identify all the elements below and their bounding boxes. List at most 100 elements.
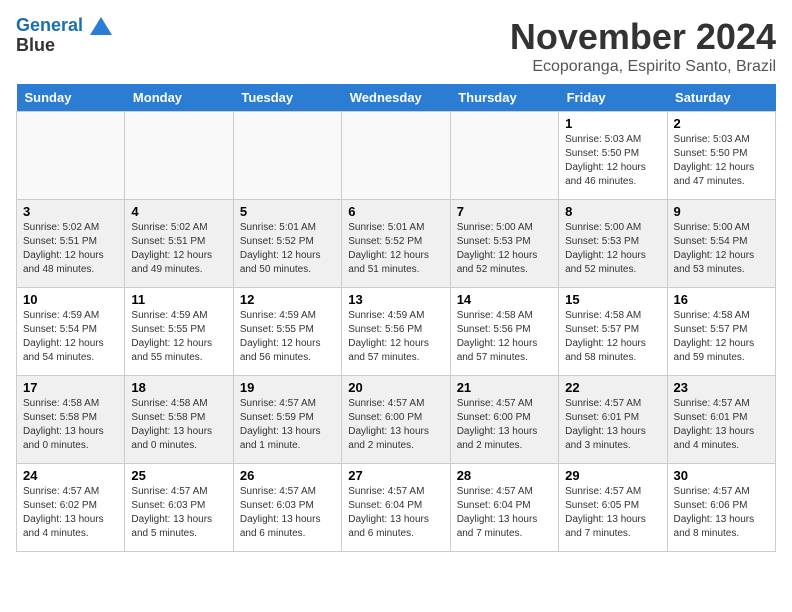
day-info: Sunrise: 4:59 AM Sunset: 5:56 PM Dayligh… [348,309,443,365]
day-number: 21 [457,380,552,395]
day-cell-14: 14Sunrise: 4:58 AM Sunset: 5:56 PM Dayli… [450,288,558,376]
day-info: Sunrise: 4:57 AM Sunset: 6:00 PM Dayligh… [457,397,552,453]
week-row-4: 17 Sunrise: 4:58 AM Sunset: 5:58 PM Dayli… [17,376,776,464]
day-cell-12: 12Sunrise: 4:59 AM Sunset: 5:55 PM Dayli… [233,288,341,376]
title-section: November 2024 Ecoporanga, Espirito Santo… [510,16,776,76]
day-info: Sunrise: 4:57 AM Sunset: 5:59 PM Dayligh… [240,397,335,453]
day-number: 11 [131,292,226,307]
day-info: Sunrise: 4:57 AM Sunset: 6:00 PM Dayligh… [348,397,443,453]
logo: General Blue [16,16,112,56]
day-number: 9 [674,204,769,219]
col-header-saturday: Saturday [667,84,775,112]
day-cell-13: 13 Sunrise: 4:59 AM Sunset: 5:56 PM Dayli… [342,288,450,376]
day-number: 25 [131,468,226,483]
day-info: Sunrise: 4:58 AM Sunset: 5:57 PM Dayligh… [674,309,769,365]
day-cell-2: 2 Sunrise: 5:03 AM Sunset: 5:50 PM Daylig… [667,112,775,200]
day-cell-30: 30 Sunrise: 4:57 AM Sunset: 6:06 PM Dayli… [667,464,775,552]
day-number: 15 [565,292,660,307]
empty-cell [342,112,450,200]
day-cell-19: 19Sunrise: 4:57 AM Sunset: 5:59 PM Dayli… [233,376,341,464]
day-number: 4 [131,204,226,219]
page-header: General Blue November 2024 Ecoporanga, E… [16,16,776,76]
day-cell-21: 21 Sunrise: 4:57 AM Sunset: 6:00 PM Dayli… [450,376,558,464]
day-cell-17: 17 Sunrise: 4:58 AM Sunset: 5:58 PM Dayli… [17,376,125,464]
day-info: Sunrise: 5:03 AM Sunset: 5:50 PM Dayligh… [565,133,660,189]
day-cell-27: 27 Sunrise: 4:57 AM Sunset: 6:04 PM Dayli… [342,464,450,552]
logo-line2: Blue [16,36,112,56]
logo-icon [90,17,112,35]
location-subtitle: Ecoporanga, Espirito Santo, Brazil [510,58,776,76]
day-number: 17 [23,380,118,395]
day-info: Sunrise: 4:59 AM Sunset: 5:54 PM Dayligh… [23,309,118,365]
day-number: 14 [457,292,552,307]
day-cell-28: 28 Sunrise: 4:57 AM Sunset: 6:04 PM Dayli… [450,464,558,552]
day-number: 30 [674,468,769,483]
day-cell-15: 15Sunrise: 4:58 AM Sunset: 5:57 PM Dayli… [559,288,667,376]
day-cell-3: 3 Sunrise: 5:02 AM Sunset: 5:51 PM Daylig… [17,200,125,288]
col-header-monday: Monday [125,84,233,112]
day-cell-24: 24 Sunrise: 4:57 AM Sunset: 6:02 PM Dayli… [17,464,125,552]
empty-cell [125,112,233,200]
day-cell-8: 8 Sunrise: 5:00 AM Sunset: 5:53 PM Daylig… [559,200,667,288]
day-info: Sunrise: 4:57 AM Sunset: 6:04 PM Dayligh… [348,485,443,541]
day-cell-25: 25 Sunrise: 4:57 AM Sunset: 6:03 PM Dayli… [125,464,233,552]
day-info: Sunrise: 4:57 AM Sunset: 6:03 PM Dayligh… [131,485,226,541]
day-info: Sunrise: 4:57 AM Sunset: 6:01 PM Dayligh… [674,397,769,453]
day-number: 12 [240,292,335,307]
day-cell-22: 22Sunrise: 4:57 AM Sunset: 6:01 PM Dayli… [559,376,667,464]
day-number: 3 [23,204,118,219]
day-number: 28 [457,468,552,483]
day-number: 29 [565,468,660,483]
day-info: Sunrise: 4:58 AM Sunset: 5:58 PM Dayligh… [131,397,226,453]
day-number: 8 [565,204,660,219]
day-number: 24 [23,468,118,483]
col-header-friday: Friday [559,84,667,112]
col-header-sunday: Sunday [17,84,125,112]
day-cell-7: 7Sunrise: 5:00 AM Sunset: 5:53 PM Daylig… [450,200,558,288]
day-number: 23 [674,380,769,395]
day-info: Sunrise: 4:57 AM Sunset: 6:04 PM Dayligh… [457,485,552,541]
day-number: 10 [23,292,118,307]
col-header-wednesday: Wednesday [342,84,450,112]
day-info: Sunrise: 4:57 AM Sunset: 6:05 PM Dayligh… [565,485,660,541]
day-info: Sunrise: 4:57 AM Sunset: 6:03 PM Dayligh… [240,485,335,541]
day-number: 2 [674,116,769,131]
month-title: November 2024 [510,16,776,58]
day-info: Sunrise: 5:03 AM Sunset: 5:50 PM Dayligh… [674,133,769,189]
day-info: Sunrise: 5:01 AM Sunset: 5:52 PM Dayligh… [240,221,335,277]
day-info: Sunrise: 4:57 AM Sunset: 6:02 PM Dayligh… [23,485,118,541]
day-info: Sunrise: 4:57 AM Sunset: 6:06 PM Dayligh… [674,485,769,541]
day-number: 6 [348,204,443,219]
day-info: Sunrise: 4:58 AM Sunset: 5:58 PM Dayligh… [23,397,118,453]
logo-line1: General [16,16,112,36]
week-row-1: 1 Sunrise: 5:03 AM Sunset: 5:50 PM Daylig… [17,112,776,200]
day-number: 13 [348,292,443,307]
day-cell-11: 11 Sunrise: 4:59 AM Sunset: 5:55 PM Dayli… [125,288,233,376]
day-info: Sunrise: 5:00 AM Sunset: 5:53 PM Dayligh… [565,221,660,277]
col-header-thursday: Thursday [450,84,558,112]
day-cell-6: 6Sunrise: 5:01 AM Sunset: 5:52 PM Daylig… [342,200,450,288]
day-number: 27 [348,468,443,483]
day-number: 20 [348,380,443,395]
day-cell-26: 26 Sunrise: 4:57 AM Sunset: 6:03 PM Dayli… [233,464,341,552]
day-cell-5: 5 Sunrise: 5:01 AM Sunset: 5:52 PM Daylig… [233,200,341,288]
empty-cell [450,112,558,200]
day-cell-10: 10 Sunrise: 4:59 AM Sunset: 5:54 PM Dayli… [17,288,125,376]
day-info: Sunrise: 5:02 AM Sunset: 5:51 PM Dayligh… [131,221,226,277]
day-info: Sunrise: 5:02 AM Sunset: 5:51 PM Dayligh… [23,221,118,277]
day-number: 26 [240,468,335,483]
day-cell-29: 29 Sunrise: 4:57 AM Sunset: 6:05 PM Dayli… [559,464,667,552]
day-number: 16 [674,292,769,307]
col-header-tuesday: Tuesday [233,84,341,112]
empty-cell [233,112,341,200]
day-number: 1 [565,116,660,131]
day-number: 18 [131,380,226,395]
week-row-3: 10 Sunrise: 4:59 AM Sunset: 5:54 PM Dayli… [17,288,776,376]
day-cell-18: 18 Sunrise: 4:58 AM Sunset: 5:58 PM Dayli… [125,376,233,464]
day-cell-1: 1 Sunrise: 5:03 AM Sunset: 5:50 PM Daylig… [559,112,667,200]
calendar-header-row: SundayMondayTuesdayWednesdayThursdayFrid… [17,84,776,112]
day-cell-4: 4 Sunrise: 5:02 AM Sunset: 5:51 PM Daylig… [125,200,233,288]
day-number: 5 [240,204,335,219]
day-info: Sunrise: 4:59 AM Sunset: 5:55 PM Dayligh… [131,309,226,365]
week-row-2: 3 Sunrise: 5:02 AM Sunset: 5:51 PM Daylig… [17,200,776,288]
